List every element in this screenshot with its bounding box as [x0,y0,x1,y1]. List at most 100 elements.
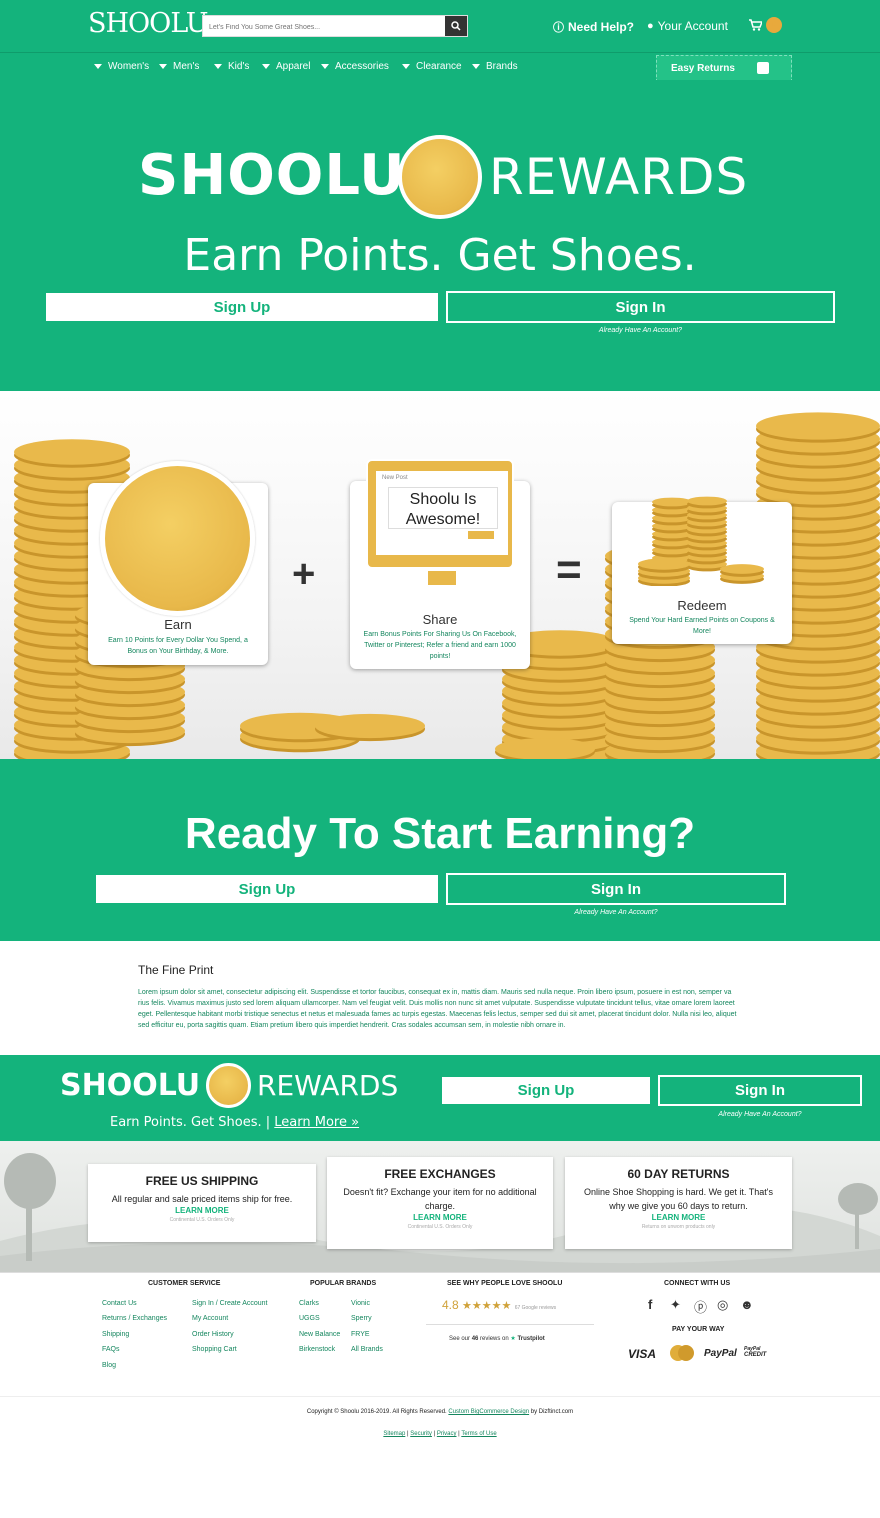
fine-print-heading: The Fine Print [138,963,214,977]
feature-note: Returns on unworn products only [641,1224,716,1230]
footer-link[interactable]: Shipping [102,1331,129,1338]
nav-item-kids[interactable]: Kid's [214,61,249,72]
security-link[interactable]: Security [410,1431,432,1437]
ready-already-account-link[interactable]: Already Have An Account? [446,909,786,916]
footer-link[interactable]: Contact Us [102,1300,137,1307]
earn-card: Earn Earn 10 Points for Every Dollar You… [88,461,268,665]
footer-link[interactable]: My Account [192,1315,228,1322]
custom-design-link[interactable]: Custom BigCommerce Design [448,1409,529,1415]
trustpilot-link[interactable]: See our 46 reviews on ★ Trustpilot [449,1335,545,1342]
feature-learn-more-link[interactable]: LEARN MORE [88,1206,316,1215]
easy-returns-button[interactable]: Easy Returns [656,55,792,82]
redeem-card: Redeem Spend Your Hard Earned Points on … [612,496,792,644]
sitemap-link[interactable]: Sitemap [383,1431,405,1437]
redeem-text: Spend Your Hard Earned Points on Coupons… [629,617,775,635]
redeem-coins-icon [612,466,792,587]
caret-down-icon [472,64,480,69]
footer-brand-link[interactable]: FRYE [351,1331,370,1338]
search-input[interactable] [203,17,445,38]
footer-link[interactable]: Returns / Exchanges [102,1315,167,1322]
star-rating-icons: ★★★★★ [462,1300,512,1312]
footer-divider [0,1396,880,1397]
cart-link[interactable]: 0 [749,17,782,33]
feature-text: Online Shoe Shopping is hard. We get it.… [584,1187,773,1211]
post-button-icon [468,531,494,539]
ready-sign-up-button[interactable]: Sign Up [96,875,438,903]
footer-link[interactable]: Order History [192,1331,234,1338]
banner-sign-up-button[interactable]: Sign Up [442,1077,650,1104]
banner-brand-left: SHOOLU [60,1068,201,1103]
privacy-link[interactable]: Privacy [437,1431,457,1437]
share-post-label: New Post [382,475,408,481]
footer-brand-link[interactable]: All Brands [351,1346,383,1353]
site-logo[interactable]: SHOOLU [88,8,209,39]
footer-brand-link[interactable]: Clarks [299,1300,319,1307]
need-help-link[interactable]: ⓘ Need Help? [553,19,634,35]
nav-label: Accessories [335,61,389,72]
nav-item-clearance[interactable]: Clearance [402,61,462,72]
monitor-stand [428,571,456,585]
search-button[interactable] [445,16,467,36]
nav-label: Clearance [416,61,462,72]
reviews-divider [426,1324,594,1325]
facebook-icon[interactable]: f [648,1297,652,1312]
nav-item-apparel[interactable]: Apparel [262,61,310,72]
hero-sign-up-button[interactable]: Sign Up [46,293,438,321]
monitor-icon: New Post Shoolu Is Awesome! [366,459,514,585]
banner-sign-in-button[interactable]: Sign In [658,1075,862,1106]
feature-learn-more-link[interactable]: LEARN MORE [327,1213,553,1222]
footer-brand-link[interactable]: Sperry [351,1315,372,1322]
nav-label: Apparel [276,61,311,72]
footer-brand-link[interactable]: UGGS [299,1315,320,1322]
footer-link[interactable]: FAQs [102,1346,120,1353]
pinterest-icon[interactable]: ⓟ [694,1297,707,1316]
twitter-icon[interactable]: ✦ [670,1297,681,1313]
feature-free-shipping: FREE US SHIPPING All regular and sale pr… [88,1164,316,1242]
your-account-link[interactable]: ● Your Account [647,19,728,33]
terms-link[interactable]: Terms of Use [461,1431,496,1437]
need-help-label: Need Help? [568,20,635,34]
banner-learn-more-link[interactable]: Learn More » [274,1115,359,1130]
equals-sign: = [556,545,582,594]
nav-item-mens[interactable]: Men's [159,61,199,72]
caret-down-icon [262,64,270,69]
hero-sign-in-button[interactable]: Sign In [446,291,835,323]
caret-down-icon [402,64,410,69]
footer-link[interactable]: Shopping Cart [192,1346,237,1353]
hero-already-account-link[interactable]: Already Have An Account? [446,327,835,334]
feature-title: FREE EXCHANGES [384,1167,496,1181]
feature-learn-more-link[interactable]: LEARN MORE [565,1213,792,1222]
help-icon: ⓘ [553,22,564,34]
instagram-icon[interactable]: ◎ [717,1297,728,1313]
monitor-screen: New Post Shoolu Is Awesome! [376,471,508,555]
google-reviews-count: 67 Google reviews [514,1305,557,1311]
mastercard-logo [670,1345,694,1361]
banner-coin-icon [206,1063,251,1108]
footer-brand-link[interactable]: Vionic [351,1300,370,1307]
footer-brand-link[interactable]: Birkenstock [299,1346,335,1353]
nav-item-womens[interactable]: Women's [94,61,149,72]
feature-title: FREE US SHIPPING [145,1174,259,1188]
hero-brand-right: REWARDS [489,148,749,206]
footer-link[interactable]: Sign In / Create Account [192,1300,268,1307]
nav-item-accessories[interactable]: Accessories [321,61,389,72]
popular-brands-heading: POPULAR BRANDS [310,1280,377,1287]
redeem-title: Redeem [677,598,727,613]
earn-coin-icon [100,461,255,616]
footer-brand-link[interactable]: New Balance [299,1331,340,1338]
feature-note: Continental U.S. Orders Only [407,1224,473,1230]
footer-link[interactable]: Blog [102,1362,116,1369]
share-card: New Post Shoolu Is Awesome! Share Earn B… [350,459,530,669]
trustpilot-star-icon: ★ [510,1336,516,1342]
trustpilot-prefix: See our [449,1336,471,1342]
ready-sign-in-button[interactable]: Sign In [446,873,786,905]
google-rating[interactable]: 4.8 ★★★★★ 67 Google reviews [442,1298,556,1312]
gift-icon [757,62,769,74]
trustpilot-count: 46 [471,1336,479,1342]
share-title: Share [422,612,458,627]
reddit-icon[interactable]: ☻ [740,1297,754,1312]
copyright: Copyright © Shoolu 2016-2019. All Rights… [0,1409,880,1415]
nav-item-brands[interactable]: Brands [472,61,518,72]
ready-heading: Ready To Start Earning? [184,809,696,858]
banner-already-account-link[interactable]: Already Have An Account? [658,1111,862,1118]
